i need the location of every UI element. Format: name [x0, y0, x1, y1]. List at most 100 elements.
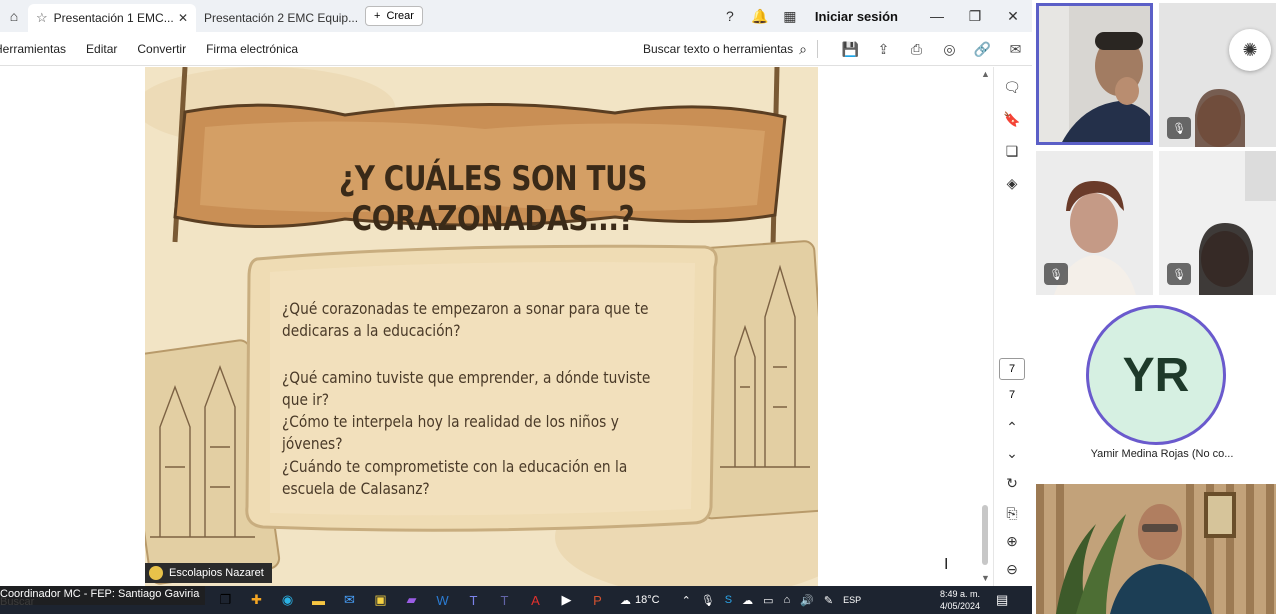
slide-title: ¿Y CUÁLES SON TUS CORAZONADAS...? — [338, 159, 648, 239]
scroll-up-icon[interactable]: ▲ — [981, 69, 990, 79]
powerpoint-icon[interactable]: P — [582, 586, 613, 614]
comments-icon[interactable]: 🗨 — [994, 79, 1030, 96]
menu-firma-electronica[interactable]: Firma electrónica — [206, 42, 298, 56]
tray-chevron-up-icon[interactable]: ⌃ — [682, 594, 691, 607]
tab-label: Presentación 1 EMC... — [53, 11, 174, 25]
page-number-input[interactable]: 7 — [999, 358, 1025, 380]
close-window-icon[interactable]: ✕ — [994, 8, 1032, 25]
rotate-icon[interactable]: ↻ — [994, 475, 1030, 492]
help-icon[interactable]: ? — [715, 8, 745, 24]
apps-grid-icon[interactable]: ▦ — [775, 8, 805, 25]
document-viewer[interactable]: ¿Y CUÁLES SON TUS CORAZONADAS...? ¿Qué c… — [0, 67, 993, 586]
teams-work-icon[interactable]: T — [489, 586, 520, 614]
bell-icon[interactable]: 🔔 — [745, 8, 775, 25]
zoom-out-icon[interactable]: ⊖ — [994, 561, 1030, 578]
signin-button[interactable]: Iniciar sesión — [815, 9, 898, 24]
menu-editar[interactable]: Editar — [86, 42, 117, 56]
print-icon[interactable]: ⎙ — [900, 41, 933, 58]
new-tab-label: Crear — [386, 10, 414, 22]
onedrive-icon[interactable]: ☁ — [742, 594, 753, 607]
screen: ⌂ ☆ Presentación 1 EMC... ✕ Presentación… — [0, 0, 1280, 614]
participant-video — [1039, 6, 1150, 142]
chevron-down-icon[interactable]: ⌄ — [994, 445, 1030, 462]
slide-question-3: ¿Cómo te interpela hoy la realidad de lo… — [282, 412, 619, 453]
restore-icon[interactable]: ❐ — [956, 8, 994, 25]
copilot-icon[interactable]: ✺ — [1229, 29, 1271, 71]
layers-icon[interactable]: ◈ — [994, 175, 1030, 192]
divider — [816, 40, 818, 58]
taskbar-clock[interactable]: 8:49 a. m. 4/05/2024 — [930, 588, 990, 612]
weather-temp[interactable]: 18°C — [635, 594, 660, 606]
search-icon[interactable]: ⌕ — [799, 41, 807, 58]
teams-chat-icon[interactable]: ✚ — [241, 586, 272, 614]
pen-icon[interactable]: ✎ — [824, 594, 833, 607]
mic-muted-icon: 🎙 — [1167, 117, 1191, 139]
pages-icon[interactable]: ❏ — [994, 143, 1030, 160]
star-icon[interactable]: ☆ — [36, 10, 48, 26]
mic-muted-icon: 🎙 — [1167, 263, 1191, 285]
task-view-icon[interactable]: ❐ — [210, 586, 241, 614]
word-icon[interactable]: W — [427, 586, 458, 614]
minimize-icon[interactable]: — — [918, 8, 956, 24]
email-icon[interactable]: ✉ — [999, 41, 1032, 58]
tab-label: Presentación 2 EMC Equip... — [204, 11, 359, 25]
participant-name: Yamir Medina Rojas (No co... — [1090, 448, 1234, 460]
notification-icon[interactable]: ▤ — [996, 592, 1008, 608]
video-tile-speaker[interactable] — [1036, 3, 1153, 145]
video-tile-participant-4[interactable]: 🎙 — [1159, 151, 1276, 295]
tab-presentacion-1[interactable]: ☆ Presentación 1 EMC... ✕ — [28, 4, 196, 32]
video-call-panel: 🎙 ✺ 🎙 🎙 YR Yamir Medina Rojas (No co... — [1032, 0, 1280, 614]
page-total: 7 — [1008, 389, 1016, 401]
skype-icon[interactable]: S — [725, 594, 732, 606]
menu-herramientas[interactable]: Herramientas — [0, 42, 66, 56]
language-indicator[interactable]: ESP — [843, 595, 861, 605]
slide-question-2: ¿Qué camino tuviste que emprender, a dón… — [282, 368, 651, 409]
ai-assistant-icon[interactable]: ◎ — [933, 41, 966, 58]
close-icon[interactable]: ✕ — [178, 11, 188, 25]
mic-muted-icon: 🎙 — [1044, 263, 1068, 285]
edge-icon[interactable]: ◉ — [272, 586, 303, 614]
upload-cloud-icon[interactable]: ⇪ — [867, 41, 900, 58]
zoom-in-icon[interactable]: ⊕ — [994, 533, 1030, 550]
brand-label: Escolapios Nazaret — [169, 567, 264, 579]
slide-question-1: ¿Qué corazonadas te empezaron a sonar pa… — [282, 299, 649, 340]
taskbar-apps: ❐ ✚ ◉ ▬ ✉ ▣ ▰ W T T A ▶ P — [210, 586, 613, 614]
home-icon[interactable]: ⌂ — [0, 0, 28, 32]
bookmark-icon[interactable]: 🔖 — [994, 111, 1030, 128]
window-controls: ? 🔔 ▦ Iniciar sesión — ❐ ✕ — [715, 0, 1032, 32]
weather-icon[interactable]: ☁ — [620, 594, 631, 607]
video-tile-participant-6[interactable] — [1036, 484, 1276, 614]
mail-icon[interactable]: ✉ — [334, 586, 365, 614]
video-tile-participant-2[interactable]: 🎙 ✺ — [1159, 3, 1276, 147]
network-icon[interactable]: ⌂ — [784, 594, 791, 606]
microphone-icon[interactable]: 🎙 — [701, 594, 715, 607]
file-explorer-icon[interactable]: ▬ — [303, 586, 334, 614]
link-icon[interactable]: 🔗 — [966, 41, 999, 58]
menu-convertir[interactable]: Convertir — [137, 42, 186, 56]
system-tray: ☁ 18°C ⌃ 🎙 S ☁ ▭ ⌂ 🔊 ✎ ESP — [620, 586, 861, 614]
scroll-down-icon[interactable]: ▼ — [981, 573, 990, 583]
store-icon[interactable]: ▣ — [365, 586, 396, 614]
participant-video — [1036, 484, 1276, 614]
brand-tag: Escolapios Nazaret — [145, 563, 272, 583]
toolbar-search[interactable]: Buscar texto o herramientas ⌕ — [643, 32, 822, 66]
app-toolbar: Herramientas Editar Convertir Firma elec… — [0, 32, 1032, 66]
acrobat-icon[interactable]: A — [520, 586, 551, 614]
clipchamp-icon[interactable]: ▰ — [396, 586, 427, 614]
teams-icon[interactable]: T — [458, 586, 489, 614]
fit-page-icon[interactable]: ⎘ — [994, 505, 1030, 522]
video-tile-participant-3[interactable]: 🎙 — [1036, 151, 1153, 295]
document-scrollbar[interactable]: ▲ ▼ — [979, 67, 991, 586]
toolbar-icons: 💾 ⇪ ⎙ ◎ 🔗 ✉ — [834, 32, 1032, 66]
right-side-toolbar: 🗨 🔖 ❏ ◈ 7 7 ⌃ ⌄ ↻ ⎘ ⊕ ⊖ — [993, 67, 1032, 586]
media-player-icon[interactable]: ▶ — [551, 586, 582, 614]
save-icon[interactable]: 💾 — [834, 41, 867, 58]
new-tab-button[interactable]: + Crear — [365, 6, 423, 26]
volume-icon[interactable]: 🔊 — [800, 594, 814, 607]
plus-icon: + — [374, 10, 381, 22]
chevron-up-icon[interactable]: ⌃ — [994, 419, 1030, 436]
scrollbar-thumb[interactable] — [982, 505, 988, 565]
brand-logo-icon — [149, 566, 163, 580]
tab-presentacion-2[interactable]: Presentación 2 EMC Equip... — [196, 4, 361, 32]
battery-icon[interactable]: ▭ — [763, 594, 773, 607]
